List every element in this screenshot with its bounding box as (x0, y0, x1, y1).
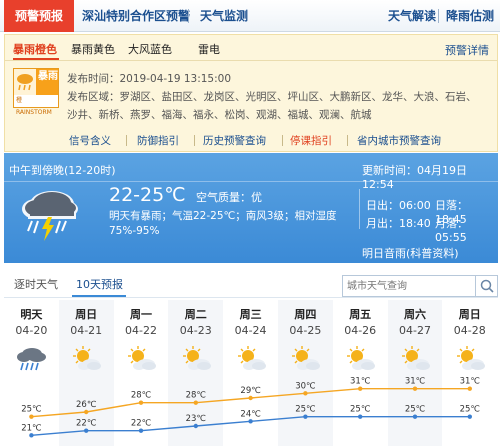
warning-icon-label: 暴雨 (38, 71, 58, 82)
sunny-cloudy-icon (344, 346, 376, 372)
rainstorm-orange-warning-icon: 暴雨 橙 RAINSTORM (13, 68, 59, 116)
day-name: 周日 (75, 308, 98, 321)
tab-weather-reading[interactable]: 天气解读 (388, 0, 436, 32)
link-divider (347, 135, 348, 146)
day-name: 周四 (294, 308, 317, 321)
rain-cloud-icon (14, 69, 36, 95)
forecast-vertical-divider (359, 189, 360, 229)
day-date: 04-21 (70, 324, 103, 337)
forecast-description: 明天有暴雨；气温22-25℃；南风3级；相对湿度75%-95% (109, 210, 337, 237)
tab-weather-monitor[interactable]: 天气监测 (200, 0, 248, 32)
day-name: 周二 (184, 308, 207, 321)
sunny-cloudy-icon (125, 346, 157, 372)
active-tab-underline (13, 58, 59, 60)
tab-divider (188, 9, 189, 23)
sunrise-time: 日出：06:00 (366, 199, 431, 212)
forecast-day: 明天 04-20 (4, 300, 59, 446)
warning-tab-gale-blue[interactable]: 大风蓝色 (128, 41, 172, 57)
forecast-day: 周一 04-22 (114, 300, 169, 446)
warning-area-line2: 沙井、新桥、燕罗、福海、福永、松岗、观湖、福城、观澜、航城 (67, 109, 372, 121)
city-weather-search (342, 275, 498, 297)
day-date: 04-28 (453, 324, 486, 337)
sunny-cloudy-icon (180, 346, 212, 372)
warning-publish-time: 发布时间：2019-04-19 13:15:00 (67, 73, 232, 85)
day-name: 周五 (349, 308, 372, 321)
warning-tab-rainstorm-yellow[interactable]: 暴雨黄色 (71, 41, 115, 57)
day-date: 04-26 (344, 324, 377, 337)
air-quality: 空气质量：优 (196, 191, 262, 204)
warning-detail-link[interactable]: 预警详情 (445, 42, 489, 58)
moonset-time: 月落：05:55 (435, 217, 468, 244)
sunny-cloudy-icon (235, 346, 267, 372)
active-tab-underline (72, 295, 126, 297)
day-date: 04-25 (289, 324, 322, 337)
warning-tab-bar: 暴雨橙色 暴雨黄色 大风蓝色 雷电 预警详情 (5, 35, 497, 61)
tab-hourly-weather[interactable]: 逐时天气 (14, 276, 58, 292)
provincial-warning-link[interactable]: 省内城市预警查询 (357, 133, 441, 148)
forecast-panel: 中午到傍晚(12-20时) 更新时间：04月19日 12:54 22-25℃ 空… (4, 153, 498, 263)
forecast-day: 周五 04-26 (333, 300, 388, 446)
forecast-period: 中午到傍晚(12-20时) (9, 164, 116, 177)
day-date: 04-22 (125, 324, 157, 337)
tab-rain-estimate[interactable]: 降雨估测 (446, 0, 494, 32)
forecast-divider (4, 181, 498, 182)
forecast-day: 周四 04-25 (278, 300, 333, 446)
warning-icon-level: 橙 (16, 97, 23, 104)
day-name: 周三 (239, 308, 262, 321)
forecast-day: 周三 04-24 (223, 300, 278, 446)
sunny-cloudy-icon (70, 346, 102, 372)
forecast-day: 周二 04-23 (168, 300, 224, 446)
warning-icon-english: 橙 RAINSTORM (14, 95, 58, 116)
tab-warning-forecast[interactable]: 预警预报 (4, 0, 74, 32)
forecast-update-time: 更新时间：04月19日 12:54 (362, 164, 467, 191)
forecast-day: 周六 04-27 (387, 300, 443, 446)
tab-zone-warning[interactable]: 深汕特别合作区预警 (82, 0, 190, 32)
rain-icon (15, 346, 47, 372)
top-tab-bar: 预警预报 深汕特别合作区预警 天气监测 天气解读 降雨估测 (0, 0, 500, 32)
day-date: 04-24 (234, 324, 267, 337)
day-name: 周一 (129, 308, 152, 321)
search-button[interactable] (475, 276, 497, 296)
forecast-day: 周日 04-28 (442, 300, 497, 446)
link-divider (194, 135, 195, 146)
day-date: 04-23 (179, 324, 212, 337)
warning-tab-rainstorm-orange[interactable]: 暴雨橙色 (13, 41, 57, 57)
warning-area-line1: 发布区域：罗湖区、盐田区、龙岗区、光明区、坪山区、大鹏新区、龙华、大浪、石岩、 (67, 91, 477, 103)
warning-links: 信号含义 防御指引 历史预警查询 停课指引 省内城市预警查询 (5, 131, 497, 151)
warning-tab-thunder[interactable]: 雷电 (198, 41, 220, 57)
science-info-link[interactable]: 明日音雨(科普资料) (362, 245, 459, 261)
search-icon (480, 279, 494, 293)
sunny-cloudy-icon (289, 346, 321, 372)
forecast-temperature: 22-25℃ (109, 184, 186, 206)
sunny-cloudy-icon (399, 346, 431, 372)
day-name: 周六 (403, 308, 426, 321)
sunny-cloudy-icon (454, 346, 486, 372)
warning-icon-english-text: RAINSTORM (16, 109, 52, 116)
defense-guide-link[interactable]: 防御指引 (137, 133, 179, 148)
class-suspension-link[interactable]: 停课指引 (290, 133, 332, 148)
thunderstorm-icon (18, 187, 82, 243)
search-input[interactable] (347, 278, 472, 294)
forecast-day: 周日 04-21 (58, 300, 114, 446)
warning-panel: 暴雨橙色 暴雨黄色 大风蓝色 雷电 预警详情 暴雨 橙 RAINSTORM 发布… (4, 34, 498, 152)
history-warning-link[interactable]: 历史预警查询 (203, 133, 266, 148)
signal-meaning-link[interactable]: 信号含义 (69, 133, 111, 148)
moonrise-time: 月出：18:40 (366, 217, 431, 230)
tab-divider (438, 9, 439, 23)
day-date: 04-20 (15, 324, 48, 337)
tab-ten-day-forecast[interactable]: 10天预报 (76, 276, 123, 292)
day-date: 04-27 (399, 324, 431, 337)
ten-day-forecast: 明天 04-20 周日 04-21 周一 04-22 周二 04-23 周三 04-24 周四 04-… (4, 300, 498, 446)
day-name: 周日 (458, 308, 481, 321)
link-divider (126, 135, 127, 146)
link-divider (282, 135, 283, 146)
day-name: 明天 (20, 308, 43, 321)
